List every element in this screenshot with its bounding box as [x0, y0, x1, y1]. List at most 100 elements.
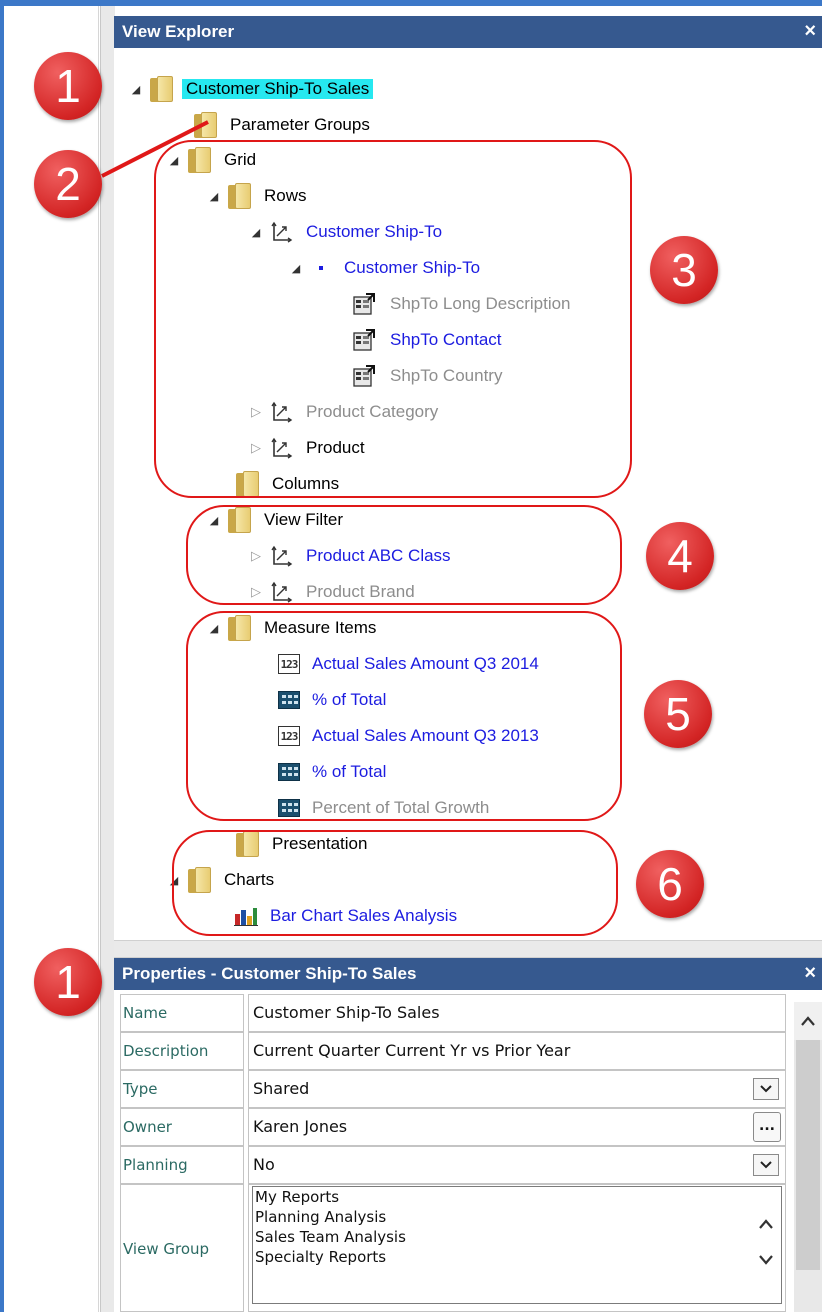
- tree-node-shpto-contact[interactable]: ShpTo Contact: [352, 325, 506, 355]
- list-item[interactable]: Planning Analysis: [253, 1207, 781, 1227]
- tree-node-label: Customer Ship-To: [306, 222, 443, 241]
- property-row-type: Type Shared: [120, 1070, 786, 1108]
- annotation-badge-1-properties: 1: [34, 948, 102, 1016]
- chevron-up-icon[interactable]: [794, 1002, 822, 1040]
- folder-icon: [188, 867, 212, 893]
- left-gutter: [100, 6, 115, 1312]
- tree-node-label: ShpTo Contact: [390, 330, 502, 349]
- calculator-icon: [278, 763, 300, 781]
- tree-node-label: Product Brand: [306, 582, 415, 601]
- tree-node-actual-sales-q3-2014[interactable]: 123 Actual Sales Amount Q3 2014: [278, 649, 543, 679]
- property-row-description: Description Current Quarter Current Yr v…: [120, 1032, 786, 1070]
- tree-node-label: Actual Sales Amount Q3 2014: [312, 654, 539, 673]
- list-item[interactable]: Sales Team Analysis: [253, 1227, 781, 1247]
- tree-node-view-filter[interactable]: ◢ View Filter: [206, 505, 347, 535]
- tree-node-measure-items[interactable]: ◢ Measure Items: [206, 613, 380, 643]
- tree-node-label: Customer Ship-To: [344, 258, 481, 277]
- expanded-arrow-icon[interactable]: ◢: [248, 226, 264, 239]
- chevron-down-icon[interactable]: [753, 1078, 779, 1100]
- tree-node-shpto-long-description[interactable]: ShpTo Long Description: [352, 289, 575, 319]
- folder-icon: [150, 76, 174, 102]
- property-row-owner: Owner Karen Jones ...: [120, 1108, 786, 1146]
- list-item[interactable]: Specialty Reports: [253, 1247, 781, 1267]
- tree-node-customer-ship-to-sales[interactable]: ◢ Customer Ship-To Sales: [128, 74, 374, 104]
- level-bullet-icon: [316, 263, 326, 273]
- tree-node-product-brand[interactable]: ▷ Product Brand: [248, 577, 419, 607]
- tree-node-percent-of-total-2[interactable]: % of Total: [278, 757, 390, 787]
- tree-node-label: View Filter: [264, 510, 344, 529]
- tree-node-label: % of Total: [312, 690, 387, 709]
- folder-icon: [236, 831, 260, 857]
- tree-node-label: Grid: [224, 150, 257, 169]
- dimension-icon: [270, 436, 294, 460]
- name-field[interactable]: Customer Ship-To Sales: [248, 994, 786, 1032]
- property-label: View Group: [120, 1184, 244, 1312]
- tree-node-rows[interactable]: ◢ Rows: [206, 181, 311, 211]
- calculator-icon: [278, 691, 300, 709]
- tree-node-charts[interactable]: ◢ Charts: [166, 865, 278, 895]
- list-item[interactable]: My Reports: [253, 1187, 781, 1207]
- type-select[interactable]: Shared: [248, 1070, 786, 1108]
- tree-node-label: Product Category: [306, 402, 439, 421]
- tree-node-label: ShpTo Country: [390, 366, 503, 385]
- dimension-icon: [270, 220, 294, 244]
- folder-icon: [228, 615, 252, 641]
- collapsed-arrow-icon[interactable]: ▷: [248, 584, 264, 600]
- browse-owner-button[interactable]: ...: [753, 1112, 781, 1142]
- description-field[interactable]: Current Quarter Current Yr vs Prior Year: [248, 1032, 786, 1070]
- chevron-down-icon[interactable]: [753, 1154, 779, 1176]
- expanded-arrow-icon[interactable]: ◢: [166, 874, 182, 887]
- chevron-up-icon[interactable]: [753, 1209, 779, 1239]
- property-label: Owner: [120, 1108, 244, 1146]
- tree-node-percent-of-total-1[interactable]: % of Total: [278, 685, 390, 715]
- tree-node-customer-ship-to-dimension[interactable]: ◢ Customer Ship-To: [248, 217, 446, 247]
- expanded-arrow-icon[interactable]: ◢: [128, 83, 144, 96]
- tree-node-product[interactable]: ▷ Product: [248, 433, 369, 463]
- planning-select[interactable]: No: [248, 1146, 786, 1184]
- tree-node-shpto-country[interactable]: ShpTo Country: [352, 361, 506, 391]
- folder-icon: [228, 507, 252, 533]
- property-row-view-group: View Group My Reports Planning Analysis …: [120, 1184, 786, 1312]
- tree-node-columns[interactable]: Columns: [236, 469, 343, 499]
- close-icon[interactable]: ×: [804, 958, 816, 990]
- tree-node-label: Product ABC Class: [306, 546, 451, 565]
- annotation-badge-5: 5: [644, 680, 712, 748]
- tree-node-product-abc-class[interactable]: ▷ Product ABC Class: [248, 541, 455, 571]
- chevron-down-icon[interactable]: [753, 1245, 779, 1275]
- tree-node-customer-ship-to-level[interactable]: ◢ Customer Ship-To: [288, 253, 484, 283]
- tree-node-label: Columns: [272, 474, 340, 493]
- view-group-listbox[interactable]: My Reports Planning Analysis Sales Team …: [252, 1186, 782, 1304]
- view-explorer-panel: View Explorer × ◢ Customer Ship-To Sales…: [114, 16, 822, 940]
- property-row-planning: Planning No: [120, 1146, 786, 1184]
- close-icon[interactable]: ×: [804, 16, 816, 48]
- window-frame-top: [0, 0, 822, 6]
- planning-value: No: [253, 1155, 275, 1174]
- tree-node-parameter-groups[interactable]: Parameter Groups: [194, 110, 374, 140]
- expanded-arrow-icon[interactable]: ◢: [206, 622, 222, 635]
- panel-splitter[interactable]: [114, 940, 822, 958]
- property-label: Description: [120, 1032, 244, 1070]
- tree-node-label: Parameter Groups: [230, 115, 370, 134]
- expanded-arrow-icon[interactable]: ◢: [206, 190, 222, 203]
- tree-node-label: ShpTo Long Description: [390, 294, 571, 313]
- number-measure-icon: 123: [278, 726, 300, 746]
- property-label: Type: [120, 1070, 244, 1108]
- view-explorer-title-bar: View Explorer ×: [114, 16, 822, 48]
- owner-field[interactable]: Karen Jones ...: [248, 1108, 786, 1146]
- collapsed-arrow-icon[interactable]: ▷: [248, 404, 264, 420]
- calculator-icon: [278, 799, 300, 817]
- scrollbar-thumb[interactable]: [796, 1040, 820, 1270]
- attribute-icon: [352, 364, 378, 388]
- tree-node-presentation[interactable]: Presentation: [236, 829, 371, 859]
- dimension-icon: [270, 400, 294, 424]
- tree-node-bar-chart-sales-analysis[interactable]: Bar Chart Sales Analysis: [234, 901, 461, 931]
- properties-panel: Properties - Customer Ship-To Sales × Na…: [114, 958, 822, 1312]
- property-label: Planning: [120, 1146, 244, 1184]
- collapsed-arrow-icon[interactable]: ▷: [248, 440, 264, 456]
- tree-node-percent-of-total-growth[interactable]: Percent of Total Growth: [278, 793, 493, 823]
- tree-node-actual-sales-q3-2013[interactable]: 123 Actual Sales Amount Q3 2013: [278, 721, 543, 751]
- expanded-arrow-icon[interactable]: ◢: [206, 514, 222, 527]
- collapsed-arrow-icon[interactable]: ▷: [248, 548, 264, 564]
- tree-node-product-category[interactable]: ▷ Product Category: [248, 397, 442, 427]
- expanded-arrow-icon[interactable]: ◢: [288, 262, 304, 275]
